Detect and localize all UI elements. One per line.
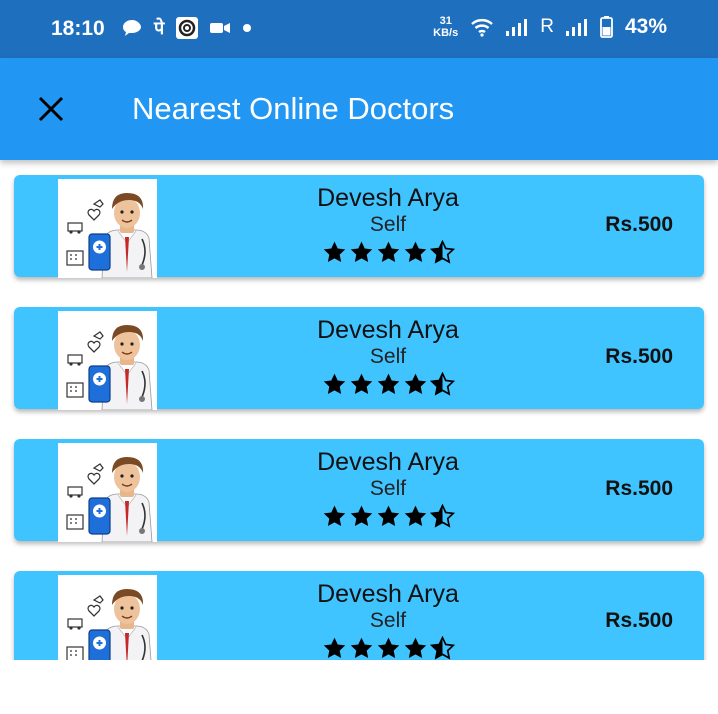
star-full-icon [376, 636, 401, 660]
rating-stars [254, 239, 522, 270]
doctor-price: Rs.500 [605, 345, 673, 368]
wifi-icon [471, 19, 494, 37]
net-speed-value: 31 [439, 15, 452, 27]
doctor-avatar [58, 575, 157, 660]
doctor-price: Rs.500 [605, 213, 673, 236]
star-full-icon [349, 504, 374, 534]
star-full-icon [376, 372, 401, 402]
doctor-name: Devesh Arya [317, 316, 459, 344]
star-full-icon [349, 240, 374, 270]
chat-bubble-icon [123, 20, 141, 36]
star-half-icon [429, 503, 455, 534]
battery-percent: 43% [624, 15, 667, 38]
signal-icon [506, 19, 528, 36]
signal-icon-2 [565, 19, 587, 36]
doctor-type: Self [369, 477, 407, 500]
doctor-price: Rs.500 [605, 477, 673, 500]
hindi-app-icon: पे [154, 18, 165, 39]
doctor-avatar [58, 311, 157, 411]
star-full-icon [403, 504, 428, 534]
rating-stars [254, 635, 522, 660]
doctor-card[interactable]: Devesh Arya Self Rs.500 [14, 175, 704, 279]
doctor-card[interactable]: Devesh Arya Self Rs.500 [14, 439, 704, 543]
status-bar: 18:10 पे 31 KB/s R 43% [0, 0, 718, 58]
star-half-icon [429, 635, 455, 660]
clock: 18:10 [51, 17, 105, 40]
app-bar: Nearest Online Doctors [0, 58, 718, 160]
doctor-price: Rs.500 [605, 609, 673, 632]
star-full-icon [322, 372, 347, 402]
star-full-icon [349, 372, 374, 402]
system-icons: 31 KB/s R 43% [433, 15, 667, 39]
star-half-icon [429, 239, 455, 270]
doctor-avatar [58, 179, 157, 279]
video-camera-icon [210, 23, 231, 33]
doctor-avatar [58, 443, 157, 543]
doctor-card[interactable]: Devesh Arya Self Rs.500 [14, 307, 704, 411]
close-button[interactable] [30, 88, 72, 130]
close-icon [38, 96, 64, 122]
doctor-type: Self [369, 213, 407, 236]
star-full-icon [403, 372, 428, 402]
doctor-type: Self [369, 345, 407, 368]
doctor-list[interactable]: Devesh Arya Self Rs.500 Devesh Arya Self [0, 160, 718, 660]
page-title: Nearest Online Doctors [132, 91, 455, 126]
roaming-indicator: R [540, 16, 554, 37]
star-full-icon [322, 636, 347, 660]
app-swirl-icon [176, 17, 199, 39]
star-full-icon [322, 504, 347, 534]
net-speed-unit: KB/s [433, 27, 459, 39]
rating-stars [254, 371, 522, 402]
star-full-icon [322, 240, 347, 270]
rating-stars [254, 503, 522, 534]
doctor-type: Self [369, 609, 407, 632]
notification-icons: पे [122, 16, 252, 40]
doctor-name: Devesh Arya [317, 448, 459, 476]
doctor-name: Devesh Arya [317, 580, 459, 608]
star-full-icon [376, 240, 401, 270]
network-speed: 31 KB/s [433, 15, 458, 39]
doctor-card[interactable]: Devesh Arya Self Rs.500 [14, 571, 704, 660]
star-full-icon [403, 636, 428, 660]
star-full-icon [403, 240, 428, 270]
dot-icon [243, 24, 252, 32]
star-full-icon [349, 636, 374, 660]
doctor-name: Devesh Arya [317, 184, 459, 212]
star-full-icon [376, 504, 401, 534]
star-half-icon [429, 371, 455, 402]
battery-icon [600, 16, 613, 38]
